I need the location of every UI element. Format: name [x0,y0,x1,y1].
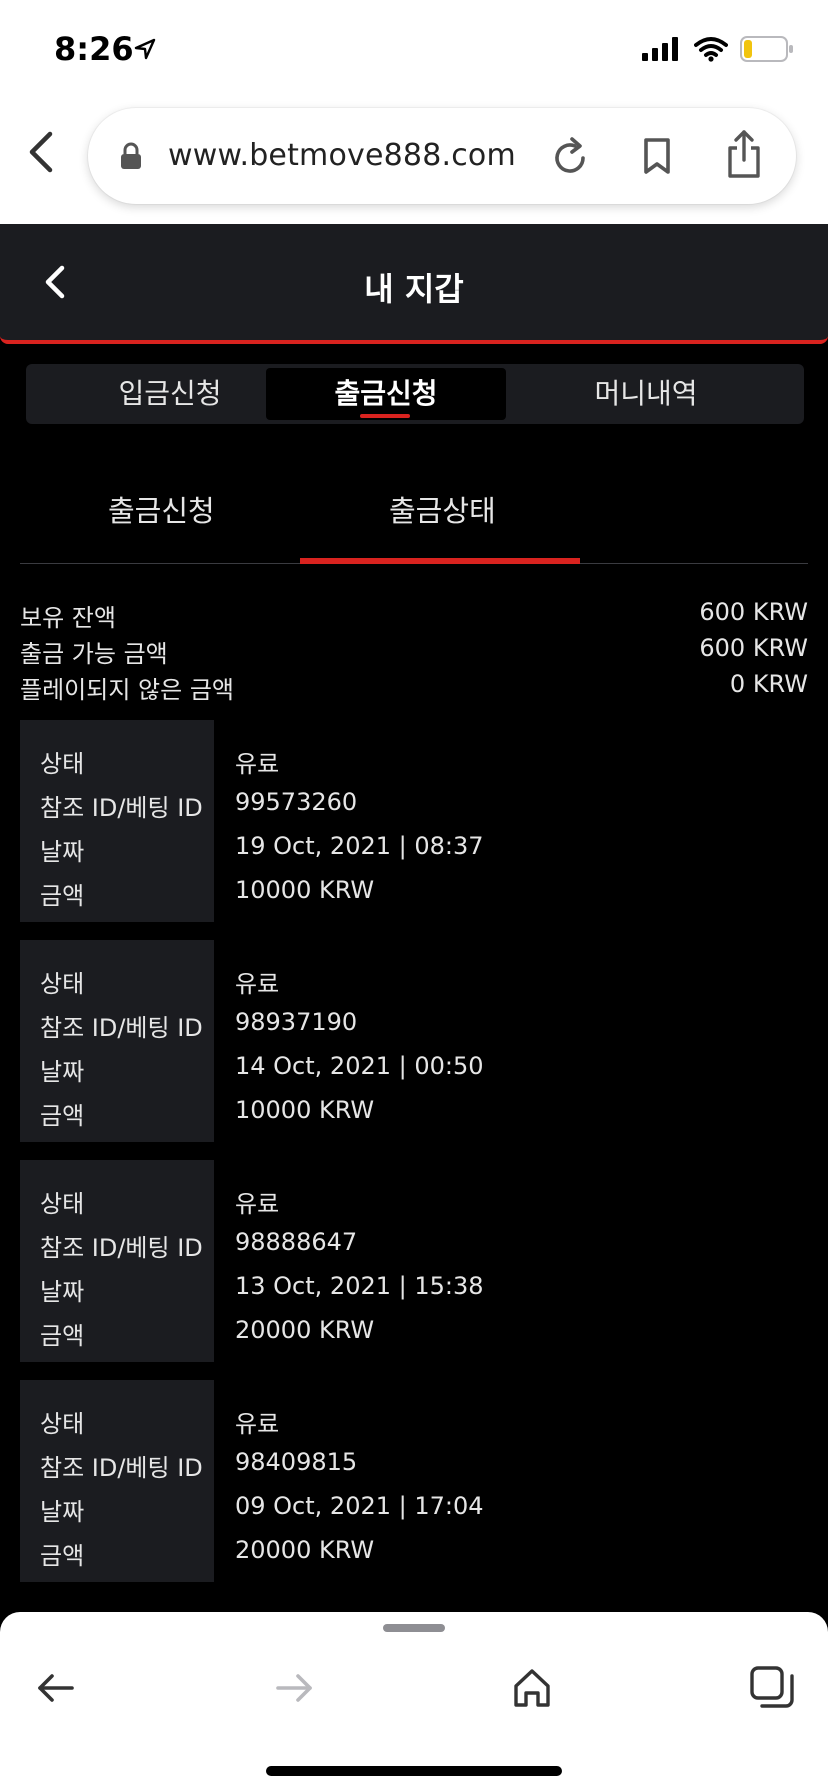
share-icon[interactable] [724,128,764,184]
balance-value: 0 KRW [729,670,808,698]
label-status: 상태 [40,750,85,778]
record-labels: 상태 참조 ID/베팅 ID 날짜 금액 [20,940,214,1142]
label-ref-id: 참조 ID/베팅 ID [40,1234,203,1262]
label-amount: 금액 [40,1102,85,1130]
wallet-tabs: 입금신청 출금신청 머니내역 [26,364,804,424]
label-ref-id: 참조 ID/베팅 ID [40,1454,203,1482]
tab-deposit-request[interactable]: 입금신청 [50,368,290,420]
value-status: 유료 [235,1410,280,1438]
value-status: 유료 [235,970,280,998]
value-ref-id: 98937190 [235,1008,358,1036]
label-ref-id: 참조 ID/베팅 ID [40,794,203,822]
label-date: 날짜 [40,838,85,866]
label-amount: 금액 [40,882,85,910]
balance-row-unplayed: 플레이되지 않은 금액 0 KRW [20,670,808,706]
address-bar[interactable]: www.betmove888.com [88,108,796,204]
wifi-icon [694,36,728,66]
url-text[interactable]: www.betmove888.com [168,138,516,173]
withdraw-sub-tabs: 출금신청 출금상태 [20,462,808,564]
withdrawal-record: 상태 참조 ID/베팅 ID 날짜 금액 유료 98937190 14 Oct,… [20,940,808,1142]
active-subtab-indicator [300,558,580,564]
label-date: 날짜 [40,1278,85,1306]
record-values: 유료 98888647 13 Oct, 2021 | 15:38 20000 K… [214,1160,484,1362]
browser-back-icon[interactable] [26,130,66,186]
value-status: 유료 [235,750,280,778]
status-indicators [642,36,794,66]
balance-label: 플레이되지 않은 금액 [20,676,234,704]
battery-icon [740,36,794,66]
label-amount: 금액 [40,1542,85,1570]
balance-summary: 보유 잔액 600 KRW 출금 가능 금액 600 KRW 플레이되지 않은 … [20,598,808,706]
subtab-withdraw-status[interactable]: 출금상태 [389,488,496,530]
withdrawal-record: 상태 참조 ID/베팅 ID 날짜 금액 유료 98409815 09 Oct,… [20,1380,808,1582]
withdrawal-record: 상태 참조 ID/베팅 ID 날짜 금액 유료 98888647 13 Oct,… [20,1160,808,1362]
reload-icon[interactable] [550,134,590,182]
label-status: 상태 [40,970,85,998]
balance-label: 출금 가능 금액 [20,640,168,668]
location-arrow-icon [134,38,156,64]
active-tab-indicator [360,414,410,418]
balance-value: 600 KRW [699,634,808,662]
value-date: 14 Oct, 2021 | 00:50 [235,1052,484,1080]
label-ref-id: 참조 ID/베팅 ID [40,1014,203,1042]
page-title: 내 지갑 [364,270,464,308]
value-amount: 10000 KRW [235,876,375,904]
label-amount: 금액 [40,1322,85,1350]
tabs-icon[interactable] [742,1658,802,1718]
browser-bottom-toolbar [0,1612,828,1792]
value-ref-id: 99573260 [235,788,358,816]
record-labels: 상태 참조 ID/베팅 ID 날짜 금액 [20,1160,214,1362]
subtab-withdraw-request[interactable]: 출금신청 [108,488,215,530]
value-ref-id: 98409815 [235,1448,358,1476]
tab-withdraw-request-label: 출금신청 [334,377,438,410]
record-labels: 상태 참조 ID/베팅 ID 날짜 금액 [20,1380,214,1582]
balance-label: 보유 잔액 [20,604,116,632]
home-icon[interactable] [502,1658,562,1718]
balance-value: 600 KRW [699,598,808,626]
withdrawal-records: 상태 참조 ID/베팅 ID 날짜 금액 유료 99573260 19 Oct,… [20,720,808,1600]
record-values: 유료 99573260 19 Oct, 2021 | 08:37 10000 K… [214,720,484,922]
bookmark-icon[interactable] [640,134,674,182]
record-labels: 상태 참조 ID/베팅 ID 날짜 금액 [20,720,214,922]
tab-withdraw-request[interactable]: 출금신청 [266,368,506,420]
tab-money-history[interactable]: 머니내역 [526,368,766,420]
sheet-grabber[interactable] [383,1624,445,1632]
value-date: 19 Oct, 2021 | 08:37 [235,832,484,860]
value-amount: 10000 KRW [235,1096,375,1124]
balance-row-holding: 보유 잔액 600 KRW [20,598,808,634]
app-header: 내 지갑 [0,224,828,344]
forward-arrow-icon[interactable] [264,1658,324,1718]
value-date: 13 Oct, 2021 | 15:38 [235,1272,484,1300]
label-status: 상태 [40,1190,85,1218]
label-status: 상태 [40,1410,85,1438]
back-arrow-icon[interactable] [26,1658,86,1718]
label-date: 날짜 [40,1058,85,1086]
balance-row-withdrawable: 출금 가능 금액 600 KRW [20,634,808,670]
status-bar: 8:26 [0,0,828,100]
value-amount: 20000 KRW [235,1316,375,1344]
home-indicator[interactable] [266,1766,562,1776]
record-values: 유료 98937190 14 Oct, 2021 | 00:50 10000 K… [214,940,484,1142]
signal-icon [642,37,682,65]
withdrawal-record: 상태 참조 ID/베팅 ID 날짜 금액 유료 99573260 19 Oct,… [20,720,808,922]
value-amount: 20000 KRW [235,1536,375,1564]
value-status: 유료 [235,1190,280,1218]
record-values: 유료 98409815 09 Oct, 2021 | 17:04 20000 K… [214,1380,484,1582]
value-date: 09 Oct, 2021 | 17:04 [235,1492,484,1520]
lock-icon [120,142,142,174]
status-time: 8:26 [54,30,134,68]
browser-toolbar: www.betmove888.com [0,100,828,224]
value-ref-id: 98888647 [235,1228,358,1256]
label-date: 날짜 [40,1498,85,1526]
